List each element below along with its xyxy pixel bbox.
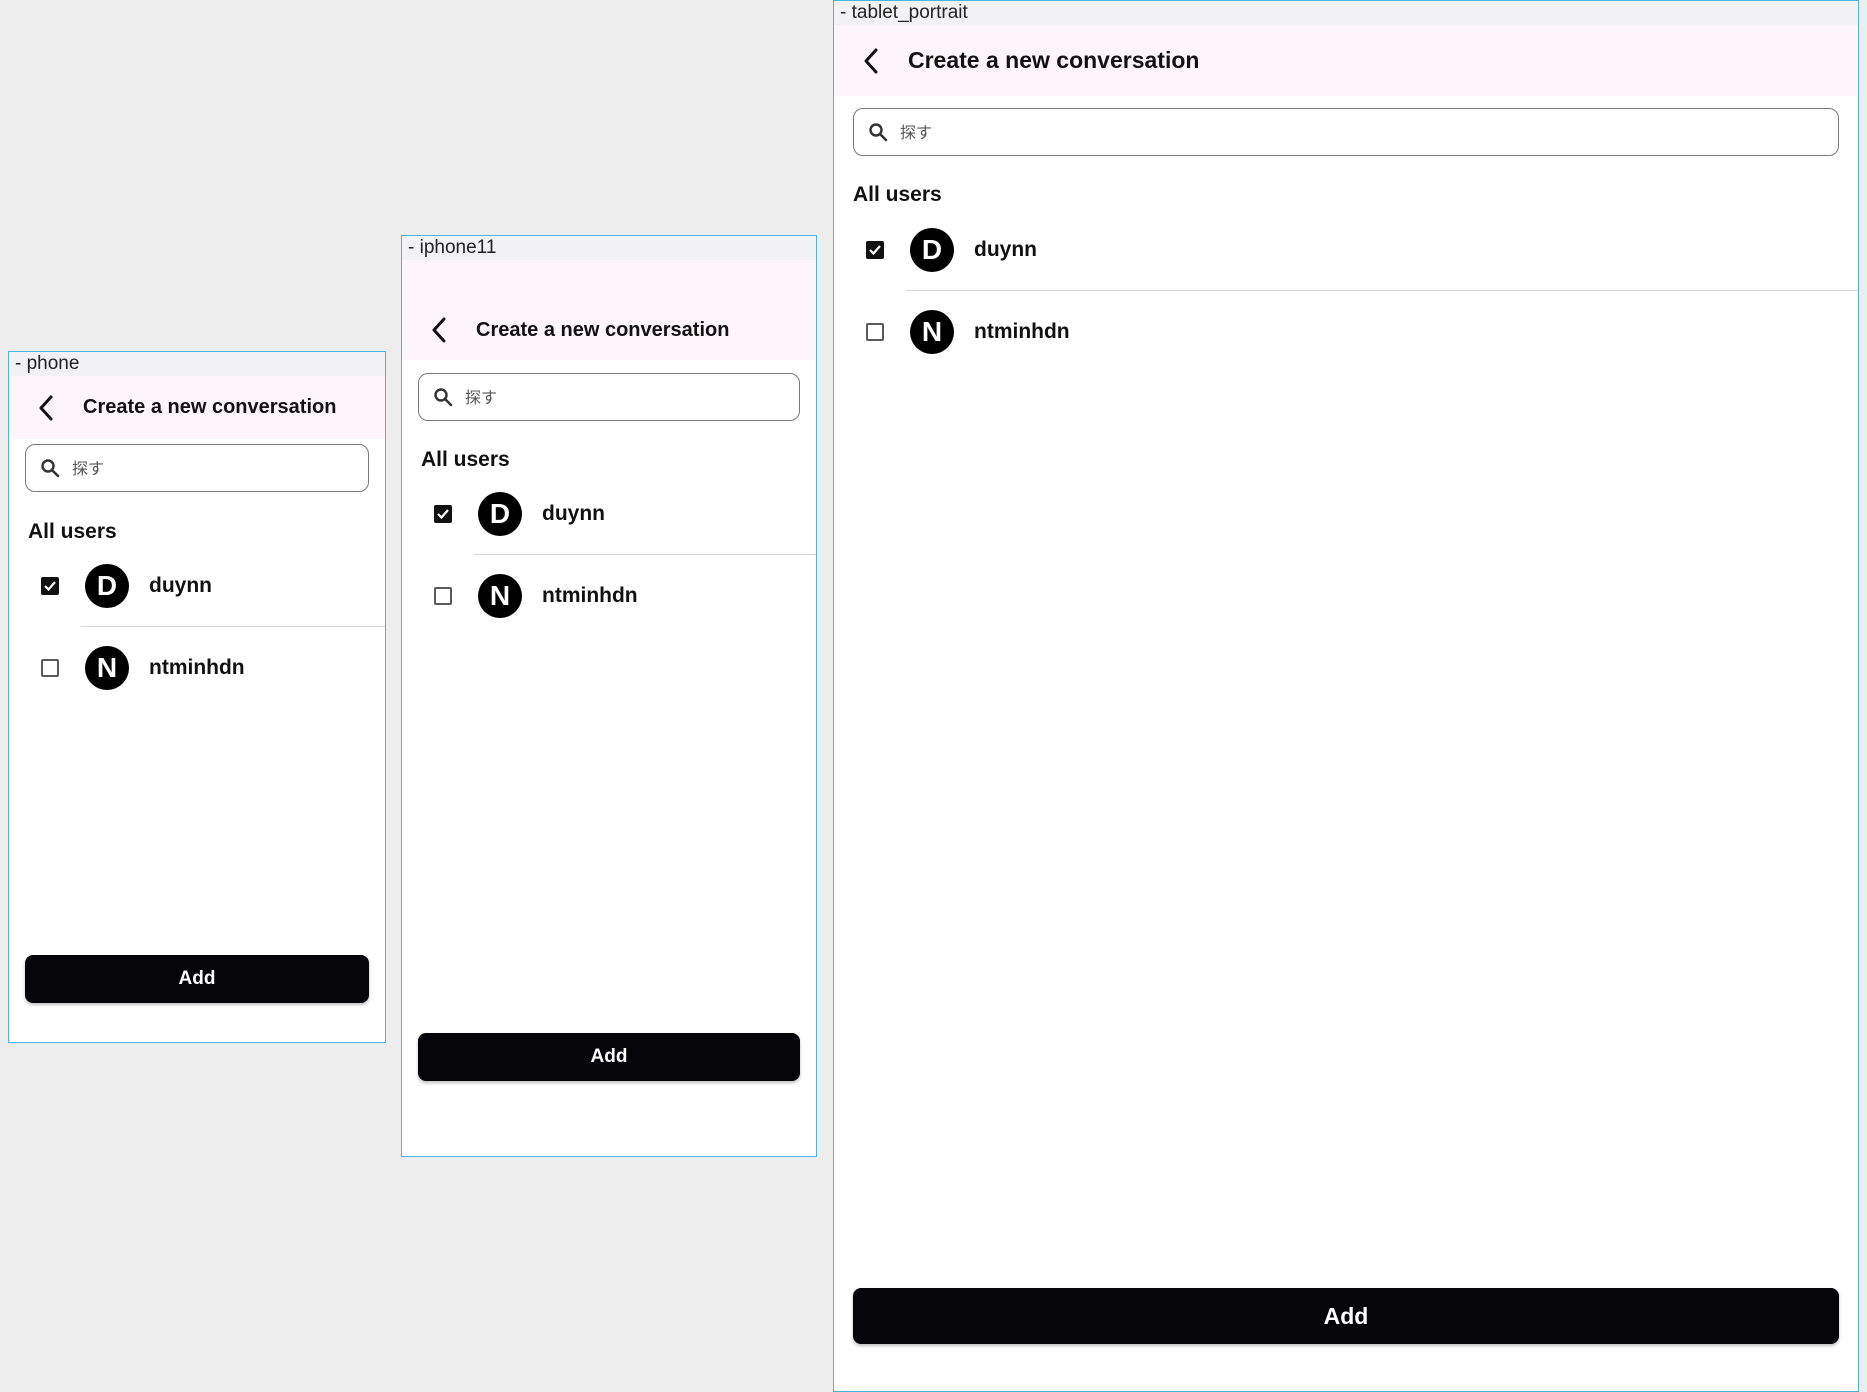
section-title: All users bbox=[28, 520, 117, 543]
search-field[interactable] bbox=[418, 373, 800, 421]
add-button[interactable]: Add bbox=[25, 955, 369, 1003]
search-input[interactable] bbox=[463, 386, 771, 408]
user-checkbox[interactable] bbox=[866, 241, 884, 259]
user-checkbox[interactable] bbox=[434, 587, 452, 605]
search-icon bbox=[40, 458, 60, 478]
avatar: N bbox=[85, 646, 129, 690]
search-input[interactable] bbox=[898, 121, 1690, 143]
page-title: Create a new conversation bbox=[83, 396, 337, 418]
username: ntminhdn bbox=[149, 656, 245, 679]
avatar: N bbox=[478, 574, 522, 618]
back-chevron-icon[interactable] bbox=[31, 393, 61, 423]
frame-label: - tablet_portrait bbox=[834, 1, 1858, 25]
page-title: Create a new conversation bbox=[908, 47, 1200, 73]
section-title: All users bbox=[853, 183, 942, 206]
username: duynn bbox=[149, 574, 212, 597]
user-row-ntminhdn[interactable]: N ntminhdn bbox=[866, 310, 1070, 354]
user-row-duynn[interactable]: D duynn bbox=[866, 228, 1037, 272]
tablet-portrait-frame: - tablet_portrait Create a new conversat… bbox=[833, 0, 1859, 1392]
user-row-duynn[interactable]: D duynn bbox=[434, 492, 605, 536]
user-checkbox[interactable] bbox=[866, 323, 884, 341]
avatar: N bbox=[910, 310, 954, 354]
checkmark-icon bbox=[437, 509, 449, 520]
back-chevron-icon[interactable] bbox=[856, 46, 886, 76]
search-icon bbox=[433, 387, 453, 407]
checkmark-icon bbox=[869, 245, 881, 256]
section-title: All users bbox=[421, 448, 510, 471]
user-row-duynn[interactable]: D duynn bbox=[41, 564, 212, 608]
username: ntminhdn bbox=[542, 584, 638, 607]
app-bar: Create a new conversation bbox=[402, 260, 816, 360]
add-button[interactable]: Add bbox=[418, 1033, 800, 1081]
back-chevron-icon[interactable] bbox=[424, 315, 454, 345]
search-input[interactable] bbox=[70, 457, 348, 479]
user-checkbox[interactable] bbox=[41, 577, 59, 595]
username: duynn bbox=[974, 238, 1037, 261]
row-divider bbox=[474, 554, 816, 555]
user-checkbox[interactable] bbox=[41, 659, 59, 677]
frame-label: - iphone11 bbox=[402, 236, 816, 260]
avatar: D bbox=[910, 228, 954, 272]
frame-label: - phone bbox=[9, 352, 385, 376]
user-row-ntminhdn[interactable]: N ntminhdn bbox=[41, 646, 245, 690]
search-field[interactable] bbox=[853, 108, 1839, 156]
user-checkbox[interactable] bbox=[434, 505, 452, 523]
row-divider bbox=[81, 626, 385, 627]
app-bar: Create a new conversation bbox=[834, 25, 1858, 96]
add-button[interactable]: Add bbox=[853, 1288, 1839, 1344]
page-title: Create a new conversation bbox=[476, 318, 730, 341]
row-divider bbox=[906, 290, 1858, 291]
search-icon bbox=[868, 122, 888, 142]
avatar: D bbox=[478, 492, 522, 536]
avatar: D bbox=[85, 564, 129, 608]
iphone11-frame: - iphone11 Create a new conversation All… bbox=[401, 235, 817, 1157]
user-row-ntminhdn[interactable]: N ntminhdn bbox=[434, 574, 638, 618]
phone-frame: - phone Create a new conversation All us… bbox=[8, 351, 386, 1043]
search-field[interactable] bbox=[25, 444, 369, 492]
username: ntminhdn bbox=[974, 320, 1070, 343]
username: duynn bbox=[542, 502, 605, 525]
checkmark-icon bbox=[44, 581, 56, 592]
app-bar: Create a new conversation bbox=[9, 376, 385, 439]
